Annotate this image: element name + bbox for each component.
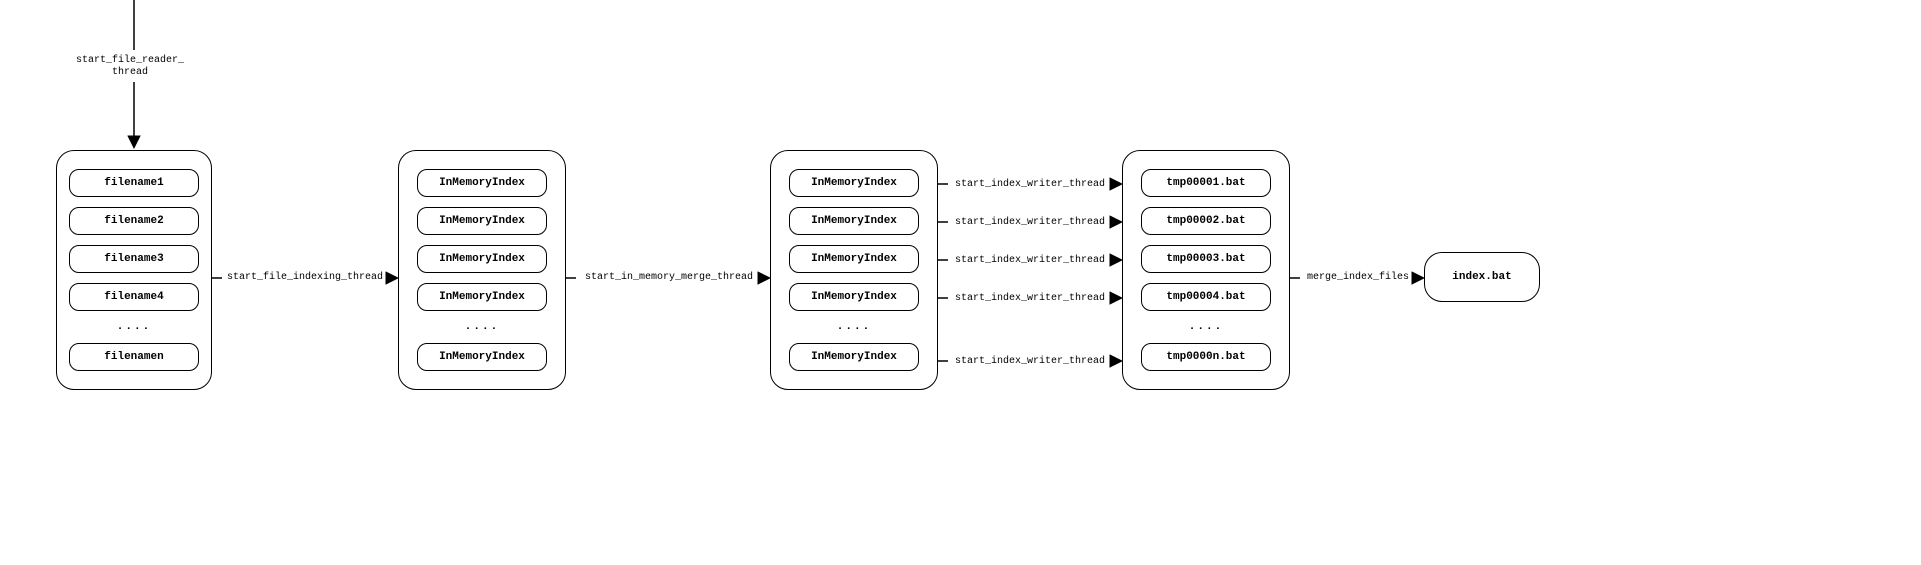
- inmemory-item: InMemoryIndex: [789, 343, 919, 371]
- label-merge-index-files: merge_index_files: [1298, 272, 1418, 284]
- inmemory-item: InMemoryIndex: [417, 343, 547, 371]
- inmemory-item: InMemoryIndex: [789, 283, 919, 311]
- dots: ....: [465, 321, 499, 333]
- inmemory-item: InMemoryIndex: [417, 245, 547, 273]
- container-tmp-files: tmp00001.bat tmp00002.bat tmp00003.bat t…: [1122, 150, 1290, 390]
- tmp-file-item: tmp00004.bat: [1141, 283, 1271, 311]
- container-inmemory-2: InMemoryIndex InMemoryIndex InMemoryInde…: [770, 150, 938, 390]
- inmemory-item: InMemoryIndex: [417, 207, 547, 235]
- label-start-file-reader-thread: start_file_reader_ thread: [70, 55, 190, 79]
- filename-item: filenamen: [69, 343, 199, 371]
- container-filenames: filename1 filename2 filename3 filename4 …: [56, 150, 212, 390]
- dots: ....: [837, 321, 871, 333]
- dots: ....: [117, 321, 151, 333]
- filename-item: filename4: [69, 283, 199, 311]
- tmp-file-item: tmp00002.bat: [1141, 207, 1271, 235]
- label-writer-4: start_index_writer_thread: [945, 293, 1115, 305]
- filename-item: filename2: [69, 207, 199, 235]
- inmemory-item: InMemoryIndex: [789, 207, 919, 235]
- filename-item: filename1: [69, 169, 199, 197]
- inmemory-item: InMemoryIndex: [417, 169, 547, 197]
- tmp-file-item: tmp00003.bat: [1141, 245, 1271, 273]
- label-writer-n: start_index_writer_thread: [945, 356, 1115, 368]
- tmp-file-item: tmp0000n.bat: [1141, 343, 1271, 371]
- container-inmemory-1: InMemoryIndex InMemoryIndex InMemoryInde…: [398, 150, 566, 390]
- label-writer-1: start_index_writer_thread: [945, 179, 1115, 191]
- label-writer-2: start_index_writer_thread: [945, 217, 1115, 229]
- inmemory-item: InMemoryIndex: [789, 245, 919, 273]
- final-index-file: index.bat: [1424, 252, 1540, 302]
- label-writer-3: start_index_writer_thread: [945, 255, 1115, 267]
- inmemory-item: InMemoryIndex: [417, 283, 547, 311]
- label-start-file-indexing-thread: start_file_indexing_thread: [220, 272, 390, 284]
- tmp-file-item: tmp00001.bat: [1141, 169, 1271, 197]
- label-start-in-memory-merge-thread: start_in_memory_merge_thread: [575, 272, 763, 284]
- dots: ....: [1189, 321, 1223, 333]
- filename-item: filename3: [69, 245, 199, 273]
- inmemory-item: InMemoryIndex: [789, 169, 919, 197]
